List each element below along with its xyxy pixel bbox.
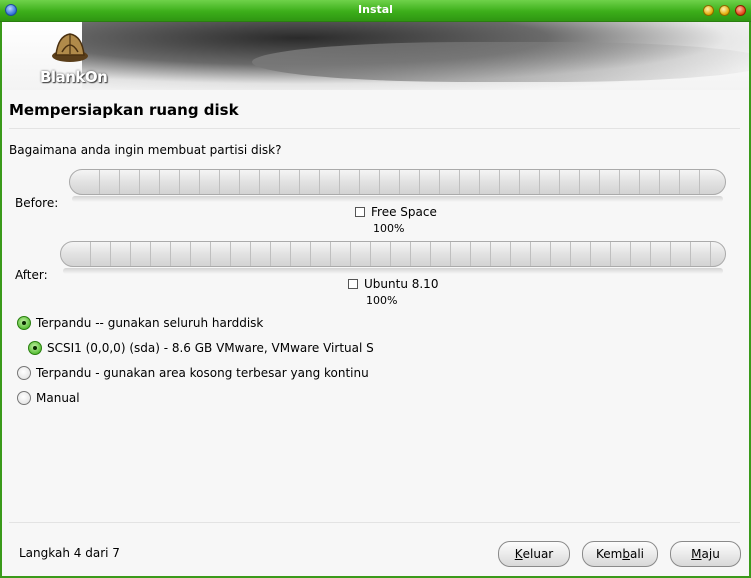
- quit-button[interactable]: Keluar: [498, 541, 570, 567]
- radio-unselected-icon[interactable]: [17, 366, 31, 380]
- before-legend-label: Free Space: [371, 205, 437, 219]
- page-title: Mempersiapkan ruang disk: [9, 101, 239, 119]
- titlebar: Instal: [0, 0, 751, 22]
- after-partition-bar: [60, 241, 726, 267]
- after-legend: Ubuntu 8.10: [348, 277, 438, 291]
- back-mnemonic: b: [622, 547, 630, 561]
- maximize-button[interactable]: [719, 5, 730, 16]
- back-label-pre: Kem: [596, 547, 623, 561]
- option-label: SCSI1 (0,0,0) (sda) - 8.6 GB VMware, VMw…: [47, 341, 374, 355]
- before-partition-bar: [69, 169, 726, 195]
- option-manual[interactable]: Manual: [17, 391, 80, 405]
- option-guided-largest-free[interactable]: Terpandu - gunakan area kosong terbesar …: [17, 366, 369, 380]
- radio-unselected-icon[interactable]: [17, 391, 31, 405]
- before-legend: Free Space: [355, 205, 437, 219]
- next-button[interactable]: Maju: [670, 541, 741, 567]
- back-button[interactable]: Kem b ali: [582, 541, 658, 567]
- option-label: Manual: [36, 391, 80, 405]
- radio-selected-icon[interactable]: [28, 341, 42, 355]
- ubuntu-swatch-icon: [348, 279, 358, 289]
- back-label-rest: ali: [629, 547, 644, 561]
- blankon-hat-icon: [52, 33, 88, 62]
- option-guided-entire-disk[interactable]: Terpandu -- gunakan seluruh harddisk: [17, 316, 263, 330]
- option-label: Terpandu - gunakan area kosong terbesar …: [36, 366, 369, 380]
- minimize-button[interactable]: [703, 5, 714, 16]
- next-mnemonic: M: [691, 547, 702, 561]
- after-legend-label: Ubuntu 8.10: [364, 277, 439, 291]
- question-text: Bagaimana anda ingin membuat partisi dis…: [9, 143, 282, 157]
- next-label: aju: [701, 547, 720, 561]
- after-label: After:: [15, 268, 48, 282]
- option-label: Terpandu -- gunakan seluruh harddisk: [36, 316, 264, 330]
- radio-selected-icon[interactable]: [17, 316, 31, 330]
- blankon-logo: BlankOn: [40, 68, 108, 86]
- before-label: Before:: [15, 196, 59, 210]
- quit-label: eluar: [522, 547, 554, 561]
- header-banner: BlankOn: [2, 22, 749, 90]
- close-button[interactable]: [735, 5, 746, 16]
- free-space-swatch-icon: [355, 207, 365, 217]
- footer-divider: [9, 522, 740, 523]
- window-title: Instal: [358, 3, 393, 16]
- before-percent: 100%: [373, 222, 405, 235]
- step-indicator: Langkah 4 dari 7: [19, 546, 120, 560]
- option-disk-sda[interactable]: SCSI1 (0,0,0) (sda) - 8.6 GB VMware, VMw…: [28, 341, 374, 355]
- divider: [9, 128, 740, 129]
- after-percent: 100%: [366, 294, 398, 307]
- quit-mnemonic: K: [514, 547, 523, 561]
